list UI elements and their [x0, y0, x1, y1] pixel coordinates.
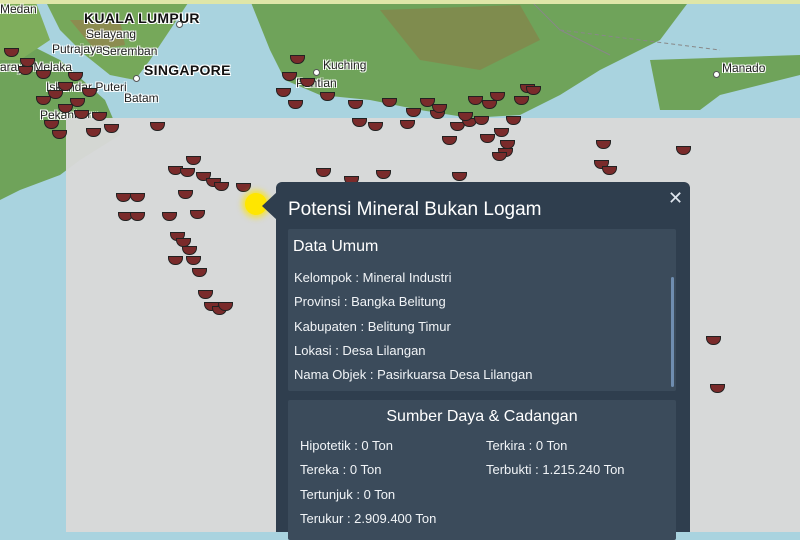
data-row: Provinsi : Bangka Belitung [294, 294, 446, 309]
info-popup: Potensi Mineral Bukan Logam ✕ Data Umum … [276, 182, 690, 540]
general-data-card[interactable]: Data Umum Kelompok : Mineral Industri Pr… [288, 229, 676, 391]
data-row: Lokasi : Desa Lilangan [294, 343, 426, 358]
city-label: SINGAPORE [144, 62, 231, 78]
data-row: Kelompok : Mineral Industri [294, 270, 452, 285]
city-label: Kuching [323, 58, 367, 72]
resources-heading: Sumber Daya & Cadangan [386, 408, 578, 425]
city-label: Manado [722, 61, 766, 75]
resource-value: Terkira : 0 Ton [486, 438, 568, 453]
popup-title: Potensi Mineral Bukan Logam [288, 199, 542, 220]
resource-value: Terbukti : 1.215.240 Ton [486, 462, 625, 477]
close-button[interactable]: ✕ [668, 188, 683, 209]
resource-value: Tertunjuk : 0 Ton [300, 487, 396, 502]
resource-value: Terukur : 2.909.400 Ton [300, 511, 437, 526]
city-dot [176, 21, 183, 28]
resources-card: Sumber Daya & Cadangan Hipotetik : 0 Ton… [288, 400, 676, 540]
resource-value: Hipotetik : 0 Ton [300, 438, 393, 453]
city-dot [133, 75, 140, 82]
city-label: Medan [0, 2, 37, 16]
city-dot [713, 71, 720, 78]
data-row: Kabupaten : Belitung Timur [294, 319, 451, 334]
scrollbar[interactable] [671, 277, 674, 387]
city-label: Seremban [102, 44, 158, 58]
city-label: Selayang [86, 27, 137, 41]
data-row: Nama Objek : Pasirkuarsa Desa Lilangan [294, 367, 533, 382]
popup-pointer [262, 192, 277, 220]
general-data-heading: Data Umum [293, 238, 379, 255]
resource-value: Tereka : 0 Ton [300, 462, 382, 477]
city-label: Putrajaya [52, 42, 103, 56]
city-dot [313, 69, 320, 76]
top-edge [0, 0, 800, 4]
city-label: Batam [124, 91, 159, 105]
